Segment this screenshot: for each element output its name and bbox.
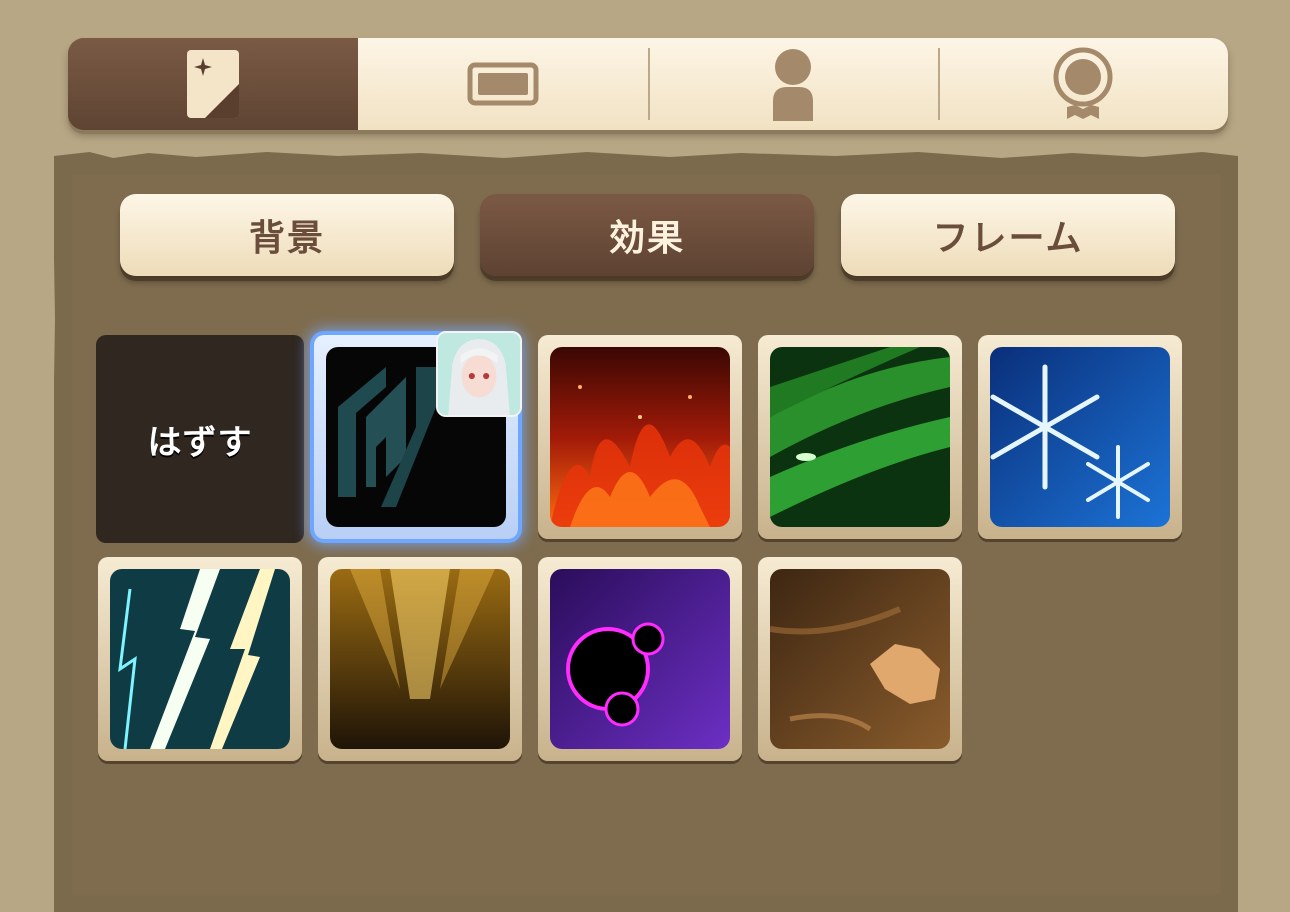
- tab-plate[interactable]: [358, 38, 648, 130]
- effect-tile-wind[interactable]: [758, 335, 962, 539]
- subtab-effect[interactable]: 効果: [480, 194, 814, 276]
- subtab-background[interactable]: 背景: [120, 194, 454, 276]
- subtab-effect-label: 効果: [608, 218, 685, 259]
- effect-tile-fire[interactable]: [538, 335, 742, 539]
- remove-label: はずす: [147, 422, 253, 463]
- effect-tile-rune[interactable]: [314, 331, 522, 539]
- subtab-frame[interactable]: フレーム: [841, 194, 1175, 276]
- subtab-frame-label: フレーム: [932, 218, 1084, 259]
- medal-icon: [1053, 47, 1113, 121]
- card-icon: [185, 48, 241, 120]
- tab-card[interactable]: [68, 38, 358, 130]
- effect-tile-earth[interactable]: [758, 557, 962, 761]
- dark-effect-art: [550, 569, 730, 749]
- tab-character[interactable]: [648, 38, 938, 130]
- remove-effect-button[interactable]: はずす: [96, 335, 304, 543]
- effect-tile-lightning[interactable]: [98, 557, 302, 761]
- person-icon: [767, 47, 819, 121]
- subtab-background-label: 背景: [248, 218, 325, 259]
- effect-tile-light[interactable]: [318, 557, 522, 761]
- plate-icon: [467, 62, 539, 106]
- effect-tile-dark[interactable]: [538, 557, 742, 761]
- tab-medal[interactable]: [938, 38, 1228, 130]
- lightning-effect-art: [110, 569, 290, 749]
- earth-effect-art: [770, 569, 950, 749]
- light-effect-art: [330, 569, 510, 749]
- top-tab-bar: [68, 38, 1228, 130]
- equipped-character-avatar: [436, 331, 522, 417]
- fire-effect-art: [550, 347, 730, 527]
- ice-effect-art: [990, 347, 1170, 527]
- wind-effect-art: [770, 347, 950, 527]
- effect-tile-ice[interactable]: [978, 335, 1182, 539]
